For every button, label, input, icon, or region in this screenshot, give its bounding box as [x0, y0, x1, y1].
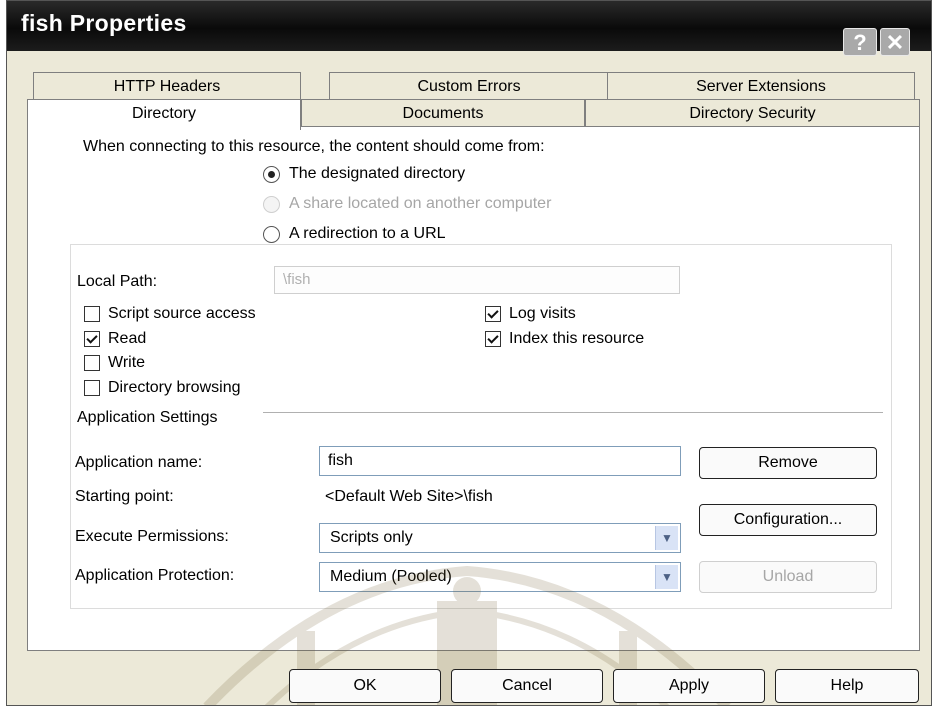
application-name-label: Application name:: [75, 454, 203, 471]
checkbox-write[interactable]: [84, 355, 100, 371]
close-icon: ✕: [885, 30, 905, 55]
help-title-button[interactable]: ?: [843, 28, 877, 56]
checkbox-script-source-access-label[interactable]: Script source access: [108, 305, 256, 323]
checkbox-log-visits-label[interactable]: Log visits: [509, 305, 576, 323]
chevron-down-icon[interactable]: ▼: [655, 526, 678, 550]
checkbox-script-source-access[interactable]: [84, 306, 100, 322]
execute-permissions-value: Scripts only: [330, 529, 413, 546]
title-bar[interactable]: fish Properties ? ✕: [7, 1, 931, 56]
cancel-button[interactable]: Cancel: [451, 669, 603, 703]
application-name-field[interactable]: fish: [319, 446, 681, 476]
content-source-prompt: When connecting to this resource, the co…: [83, 138, 545, 155]
tab-server-extensions[interactable]: Server Extensions: [607, 72, 915, 99]
checkbox-index-resource[interactable]: [485, 331, 501, 347]
configuration-button[interactable]: Configuration...: [699, 504, 877, 536]
application-protection-label: Application Protection:: [75, 567, 235, 584]
application-protection-value: Medium (Pooled): [330, 568, 452, 585]
application-settings-divider: [263, 412, 883, 413]
help-button[interactable]: Help: [775, 669, 919, 703]
checkbox-index-resource-label[interactable]: Index this resource: [509, 330, 644, 348]
application-protection-select[interactable]: Medium (Pooled) ▼: [319, 562, 681, 592]
remove-button[interactable]: Remove: [699, 447, 877, 479]
close-title-button[interactable]: ✕: [880, 28, 910, 56]
radio-designated-directory-label[interactable]: The designated directory: [289, 165, 465, 183]
starting-point-label: Starting point:: [75, 488, 174, 505]
tab-custom-errors[interactable]: Custom Errors: [329, 72, 609, 99]
tab-http-headers[interactable]: HTTP Headers: [33, 72, 301, 99]
checkbox-directory-browsing[interactable]: [84, 380, 100, 396]
question-mark-icon: ?: [853, 30, 867, 55]
checkbox-read[interactable]: [84, 331, 100, 347]
local-path-field: \fish: [274, 266, 680, 294]
checkbox-read-label[interactable]: Read: [108, 330, 146, 348]
tab-documents[interactable]: Documents: [301, 99, 585, 127]
properties-dialog: fish Properties ? ✕ HTTP Headers Custom …: [6, 0, 932, 706]
ok-button[interactable]: OK: [289, 669, 441, 703]
tab-directory[interactable]: Directory: [27, 99, 301, 130]
checkbox-directory-browsing-label[interactable]: Directory browsing: [108, 379, 240, 397]
unload-button: Unload: [699, 561, 877, 593]
window-title: fish Properties: [21, 10, 187, 36]
starting-point-value: <Default Web Site>\fish: [325, 488, 493, 505]
local-path-label: Local Path:: [77, 273, 158, 290]
execute-permissions-label: Execute Permissions:: [75, 528, 229, 545]
radio-share-other-computer: [263, 196, 280, 213]
radio-redirection-url-label[interactable]: A redirection to a URL: [289, 225, 446, 243]
checkbox-log-visits[interactable]: [485, 306, 501, 322]
radio-designated-directory[interactable]: [263, 166, 280, 183]
apply-button[interactable]: Apply: [613, 669, 765, 703]
application-settings-heading: Application Settings: [77, 409, 218, 426]
checkbox-write-label[interactable]: Write: [108, 354, 145, 372]
radio-redirection-url[interactable]: [263, 226, 280, 243]
chevron-down-icon[interactable]: ▼: [655, 565, 678, 589]
execute-permissions-select[interactable]: Scripts only ▼: [319, 523, 681, 553]
tab-directory-security[interactable]: Directory Security: [585, 99, 920, 127]
radio-share-other-computer-label: A share located on another computer: [289, 195, 552, 212]
